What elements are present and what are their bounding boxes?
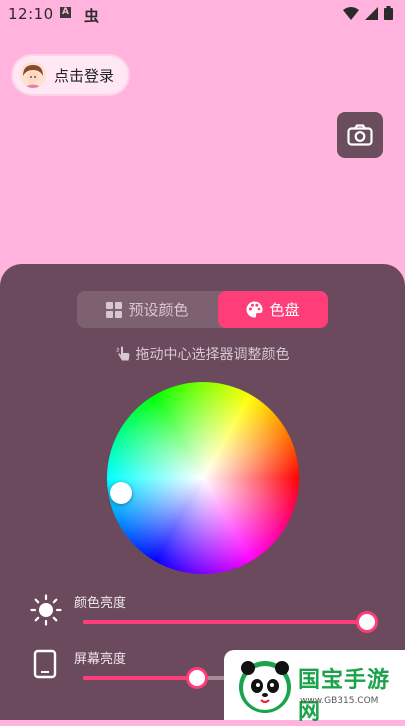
- cell-signal-icon: [365, 6, 378, 20]
- screen-brightness-fill: [83, 676, 197, 680]
- status-icons: [343, 6, 393, 20]
- drag-hint-text: 拖动中心选择器调整颜色: [135, 347, 290, 363]
- watermark-text: 国宝手游网: [298, 668, 391, 725]
- camera-icon: [347, 124, 373, 146]
- bug-icon: 虫: [84, 7, 100, 25]
- mode-tabs: 预设颜色 色盘: [77, 291, 328, 328]
- keyboard-a-icon: A: [60, 7, 71, 18]
- tab-wheel-label: 色盘: [269, 301, 300, 319]
- screen-brightness-thumb[interactable]: [188, 670, 205, 686]
- sun-icon: [30, 594, 62, 626]
- color-brightness-thumb[interactable]: [359, 614, 375, 630]
- watermark: 国宝手游网 www.GB315.COM: [224, 650, 405, 725]
- status-time: 12:10: [8, 5, 54, 23]
- login-label: 点击登录: [54, 66, 115, 85]
- palette-icon: [246, 301, 264, 318]
- camera-button[interactable]: [337, 112, 383, 158]
- wifi-icon: [343, 6, 359, 20]
- avatar: [20, 62, 46, 88]
- color-wheel-selector[interactable]: [110, 482, 132, 504]
- drag-hint: 拖动中心选择器调整颜色: [0, 344, 405, 364]
- color-wheel[interactable]: [107, 382, 299, 574]
- phone-icon: [33, 649, 57, 679]
- tab-preset-label: 预设颜色: [128, 301, 189, 319]
- login-button[interactable]: 点击登录: [13, 56, 128, 94]
- screen-brightness-label: 屏幕亮度: [74, 652, 127, 667]
- color-brightness-label: 颜色亮度: [74, 596, 127, 611]
- color-wheel-wrap: [107, 382, 299, 574]
- color-brightness-slider[interactable]: [83, 614, 375, 630]
- panda-logo-icon: [239, 661, 291, 713]
- grid-icon: [106, 301, 123, 318]
- hand-pointer-icon: [116, 346, 129, 361]
- watermark-url: www.GB315.COM: [300, 696, 379, 706]
- tab-preset-colors[interactable]: 预设颜色: [77, 291, 218, 328]
- tab-color-wheel[interactable]: 色盘: [218, 291, 328, 328]
- color-brightness-fill: [83, 620, 367, 624]
- status-bar: 12:10 A 虫: [0, 0, 405, 28]
- battery-icon: [384, 6, 393, 20]
